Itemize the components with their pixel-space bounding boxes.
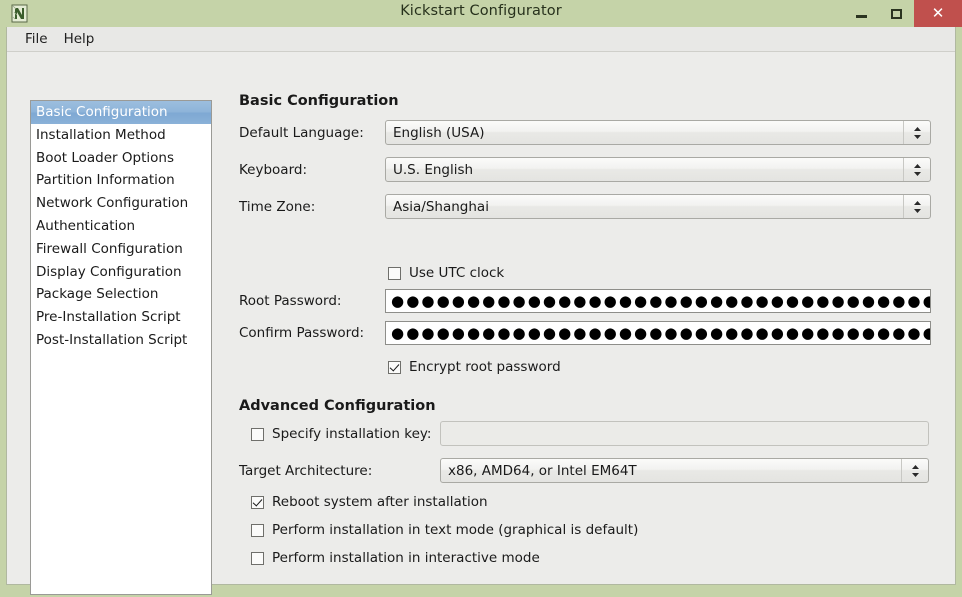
checkbox-box <box>251 551 264 565</box>
interactive-mode-installation-label: Perform installation in interactive mode <box>272 550 540 566</box>
target-architecture-value: x86, AMD64, or Intel EM64T <box>448 462 637 479</box>
default-language-label: Default Language: <box>239 124 364 141</box>
menu-bar: File Help <box>7 27 955 52</box>
keyboard-select[interactable]: U.S. English <box>385 157 931 182</box>
application-window: Kickstart Configurator ✕ File Help Basic… <box>0 0 962 597</box>
confirm-password-row: Confirm Password: ●●●●●●●●●●●●●●●●●●●●●●… <box>239 321 937 345</box>
time-zone-select[interactable]: Asia/Shanghai <box>385 194 931 219</box>
checkbox-box <box>251 427 264 441</box>
minimize-button[interactable] <box>844 0 879 27</box>
menu-file[interactable]: File <box>19 29 58 50</box>
minimize-icon <box>856 15 867 18</box>
reboot-after-installation-checkbox[interactable]: Reboot system after installation <box>251 494 488 510</box>
maximize-button[interactable] <box>879 0 914 27</box>
target-architecture-select[interactable]: x86, AMD64, or Intel EM64T <box>440 458 929 483</box>
window-controls: ✕ <box>844 0 962 27</box>
navigation-sidebar[interactable]: Basic Configuration Installation Method … <box>30 100 212 595</box>
specify-installation-key-label: Specify installation key: <box>272 426 432 442</box>
chevron-updown-icon[interactable] <box>903 158 930 181</box>
content-area: Basic Configuration Installation Method … <box>7 53 955 595</box>
use-utc-clock-checkbox[interactable]: Use UTC clock <box>388 265 504 281</box>
confirm-password-label: Confirm Password: <box>239 325 365 341</box>
checkbox-box <box>251 523 264 537</box>
sidebar-item-boot-loader-options[interactable]: Boot Loader Options <box>31 147 211 170</box>
chevron-updown-icon[interactable] <box>901 459 928 482</box>
default-language-value: English (USA) <box>393 124 485 141</box>
menu-help[interactable]: Help <box>58 29 105 50</box>
keyboard-value: U.S. English <box>393 161 474 178</box>
sidebar-item-basic-configuration[interactable]: Basic Configuration <box>31 101 211 124</box>
client-area: File Help Basic Configuration Installati… <box>6 27 956 595</box>
time-zone-row: Time Zone: Asia/Shanghai <box>239 194 937 219</box>
maximize-icon <box>891 8 902 19</box>
root-password-row: Root Password: ●●●●●●●●●●●●●●●●●●●●●●●●●… <box>239 289 937 313</box>
specify-installation-key-checkbox[interactable]: Specify installation key: <box>251 426 431 442</box>
close-button[interactable]: ✕ <box>914 0 962 27</box>
time-zone-label: Time Zone: <box>239 198 316 215</box>
sidebar-item-post-installation-script[interactable]: Post-Installation Script <box>31 329 211 352</box>
time-zone-value: Asia/Shanghai <box>393 198 489 215</box>
keyboard-label: Keyboard: <box>239 161 308 178</box>
checkbox-box <box>251 495 264 509</box>
window-title: Kickstart Configurator <box>400 3 562 19</box>
keyboard-row: Keyboard: U.S. English <box>239 157 937 182</box>
target-architecture-row: Target Architecture: x86, AMD64, or Inte… <box>239 458 937 483</box>
chevron-updown-icon[interactable] <box>903 121 930 144</box>
default-language-row: Default Language: English (USA) <box>239 120 937 145</box>
title-bar: Kickstart Configurator ✕ <box>0 0 962 27</box>
sidebar-item-partition-information[interactable]: Partition Information <box>31 169 211 192</box>
advanced-configuration-heading: Advanced Configuration <box>239 398 436 414</box>
sidebar-item-firewall-configuration[interactable]: Firewall Configuration <box>31 238 211 261</box>
text-mode-installation-label: Perform installation in text mode (graph… <box>272 522 639 538</box>
root-password-input[interactable]: ●●●●●●●●●●●●●●●●●●●●●●●●●●●●●●●●●●●●●●●●… <box>385 289 931 313</box>
close-icon: ✕ <box>931 4 945 22</box>
text-mode-installation-checkbox[interactable]: Perform installation in text mode (graph… <box>251 522 638 538</box>
installation-key-input[interactable] <box>440 421 929 446</box>
sidebar-item-package-selection[interactable]: Package Selection <box>31 283 211 306</box>
default-language-select[interactable]: English (USA) <box>385 120 931 145</box>
root-password-label: Root Password: <box>239 293 342 309</box>
chevron-updown-icon[interactable] <box>903 195 930 218</box>
encrypt-root-password-checkbox[interactable]: Encrypt root password <box>388 359 561 375</box>
use-utc-clock-label: Use UTC clock <box>409 265 505 281</box>
target-architecture-label: Target Architecture: <box>239 462 373 479</box>
basic-configuration-heading: Basic Configuration <box>239 93 399 109</box>
reboot-after-installation-label: Reboot system after installation <box>272 494 488 510</box>
interactive-mode-installation-checkbox[interactable]: Perform installation in interactive mode <box>251 550 540 566</box>
sidebar-item-display-configuration[interactable]: Display Configuration <box>31 261 211 284</box>
checkbox-box <box>388 266 401 280</box>
sidebar-item-installation-method[interactable]: Installation Method <box>31 124 211 147</box>
sidebar-item-pre-installation-script[interactable]: Pre-Installation Script <box>31 306 211 329</box>
encrypt-root-password-label: Encrypt root password <box>409 359 561 375</box>
confirm-password-input[interactable]: ●●●●●●●●●●●●●●●●●●●●●●●●●●●●●●●●●●●●●●●●… <box>385 321 931 345</box>
checkbox-box <box>388 360 401 374</box>
sidebar-item-authentication[interactable]: Authentication <box>31 215 211 238</box>
sidebar-item-network-configuration[interactable]: Network Configuration <box>31 192 211 215</box>
settings-panel: Basic Configuration Default Language: En… <box>233 93 943 593</box>
